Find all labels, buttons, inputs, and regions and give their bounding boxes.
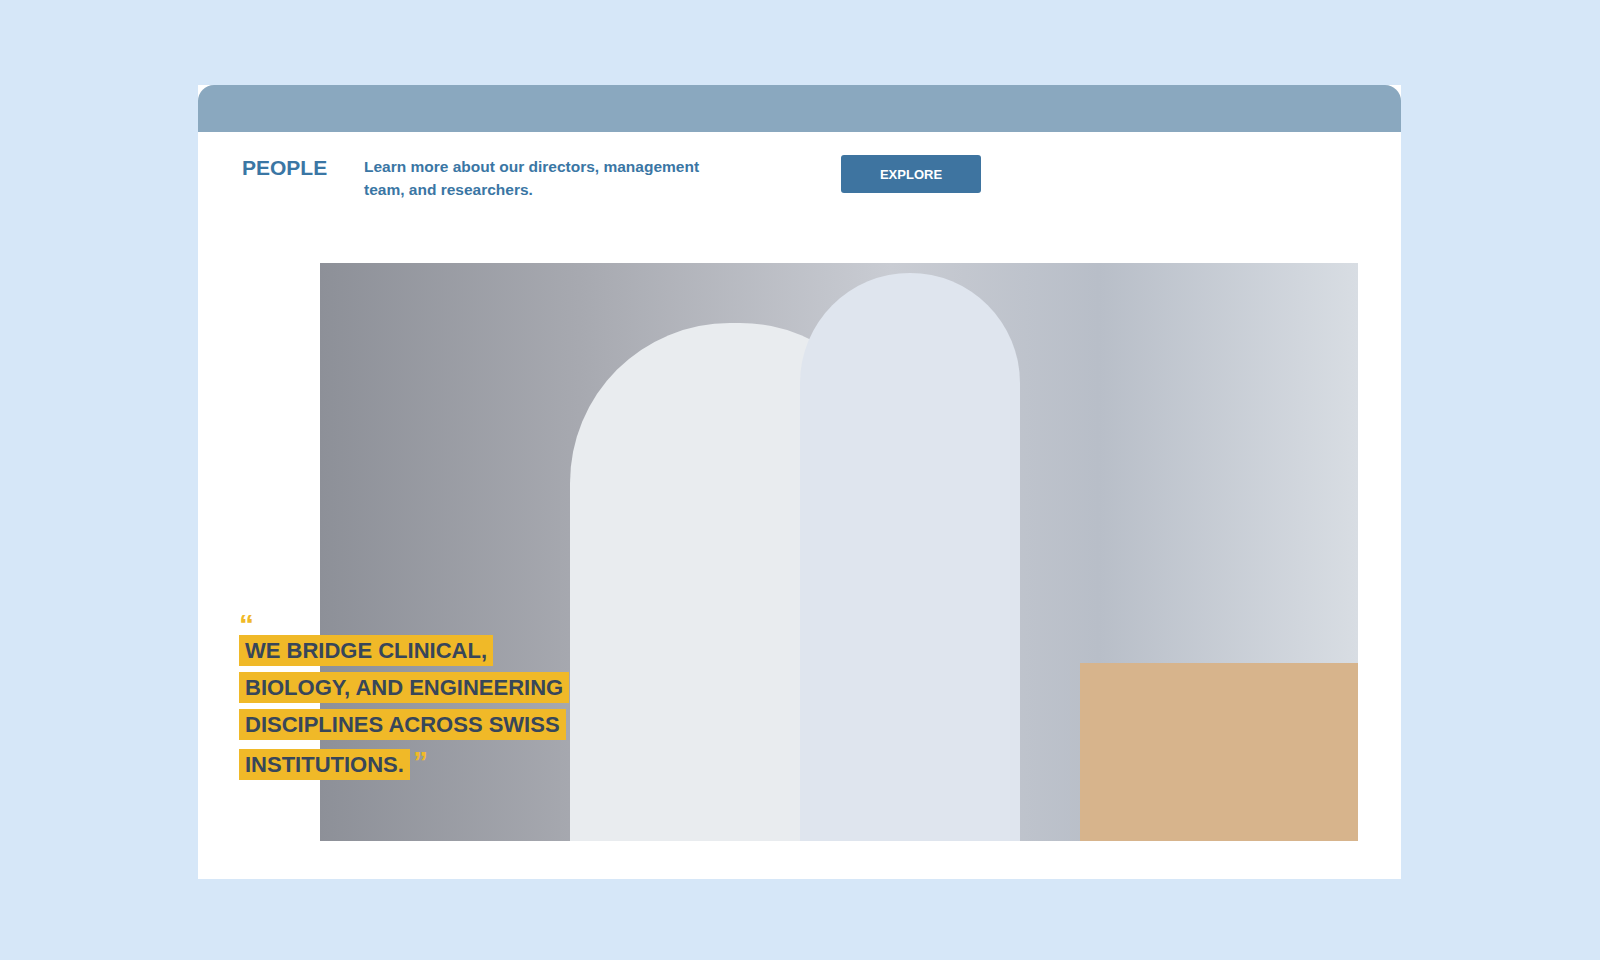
media: “ WE BRIDGE CLINICAL, BIOLOGY, AND ENGIN… bbox=[320, 263, 1358, 841]
lab-photo bbox=[320, 263, 1358, 841]
card-body: PEOPLE Learn more about our directors, m… bbox=[198, 132, 1401, 879]
people-card: PEOPLE Learn more about our directors, m… bbox=[198, 85, 1401, 879]
quote-text: WE BRIDGE CLINICAL, BIOLOGY, AND ENGINEE… bbox=[239, 632, 584, 783]
section-description: Learn more about our directors, manageme… bbox=[364, 155, 734, 201]
close-quote-mark: ” bbox=[413, 745, 428, 778]
quote: “ WE BRIDGE CLINICAL, BIOLOGY, AND ENGIN… bbox=[239, 616, 584, 783]
section-title: PEOPLE bbox=[242, 155, 364, 181]
section-header: PEOPLE Learn more about our directors, m… bbox=[242, 155, 1358, 201]
card-header bbox=[198, 85, 1401, 132]
open-quote-mark: “ bbox=[239, 616, 584, 632]
page: PEOPLE Learn more about our directors, m… bbox=[0, 0, 1600, 960]
explore-button[interactable]: EXPLORE bbox=[841, 155, 981, 193]
